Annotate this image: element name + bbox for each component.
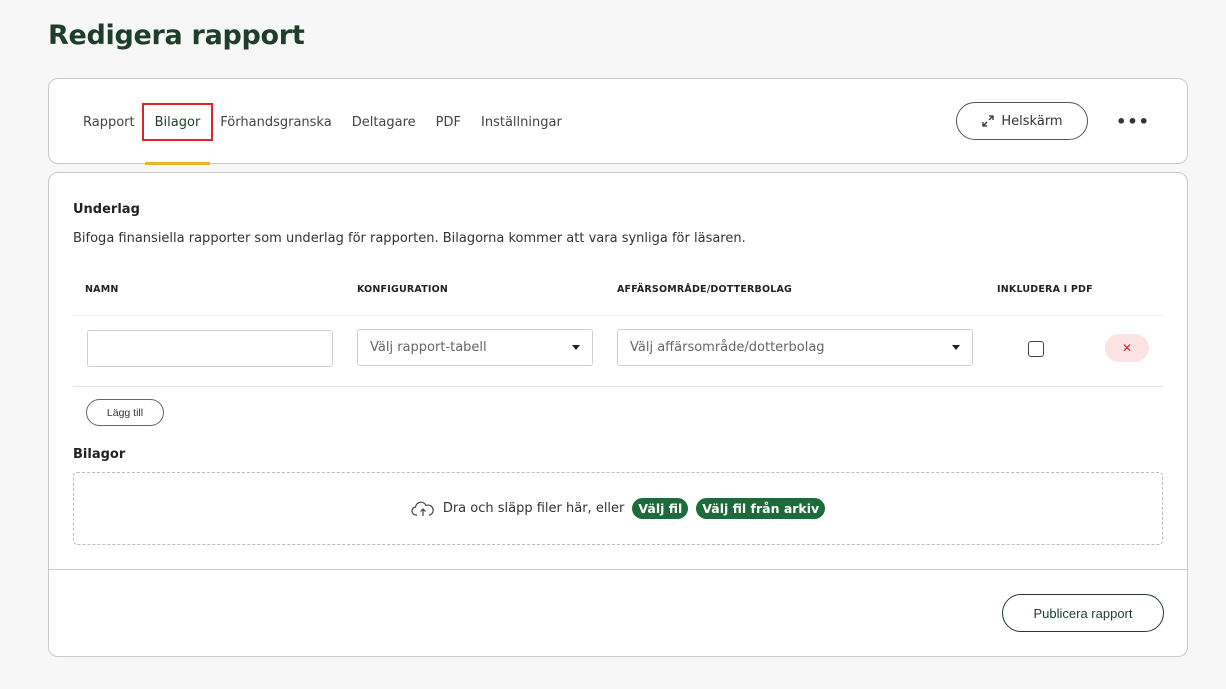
config-select-value: Välj rapport-tabell xyxy=(370,340,487,355)
caret-down-icon xyxy=(952,345,960,350)
tab-pdf[interactable]: PDF xyxy=(426,79,471,165)
footer-divider xyxy=(49,569,1187,570)
report-editor-card: Underlag Bifoga finansiella rapporter so… xyxy=(48,172,1188,657)
tab-installningar[interactable]: Inställningar xyxy=(471,79,572,165)
underlag-title: Underlag xyxy=(73,202,140,217)
table-row: Välj rapport-tabell Välj affärsområde/do… xyxy=(73,315,1163,387)
tab-label: Rapport xyxy=(83,114,135,130)
tab-label: PDF xyxy=(435,114,461,130)
publish-report-button[interactable]: Publicera rapport xyxy=(1002,594,1164,632)
tab-label: Bilagor xyxy=(154,114,201,130)
expand-icon xyxy=(982,115,995,127)
column-header-config: KONFIGURATION xyxy=(357,284,449,295)
tab-bilagor[interactable]: Bilagor xyxy=(141,79,214,165)
dropzone-text: Dra och släpp filer här, eller xyxy=(442,501,625,516)
add-row-button[interactable]: Lägg till xyxy=(86,399,164,426)
choose-file-button[interactable]: Välj fil xyxy=(632,498,689,519)
tab-forhandsgranska[interactable]: Förhandsgranska xyxy=(210,79,341,165)
close-icon: ✕ xyxy=(1121,341,1133,355)
cloud-upload-icon xyxy=(411,501,434,516)
area-select-value: Välj affärsområde/dotterbolag xyxy=(630,340,825,355)
underlag-description: Bifoga finansiella rapporter som underla… xyxy=(73,231,746,246)
caret-down-icon xyxy=(572,345,580,350)
more-options-icon[interactable]: ••• xyxy=(1116,109,1149,133)
tab-deltagare[interactable]: Deltagare xyxy=(342,79,426,165)
fullscreen-label: Helskärm xyxy=(1001,113,1063,129)
tab-list: Rapport Bilagor Förhandsgranska Deltagar… xyxy=(73,79,572,165)
bilagor-title: Bilagor xyxy=(73,447,126,462)
tab-label: Förhandsgranska xyxy=(220,114,332,130)
tab-bar: Rapport Bilagor Förhandsgranska Deltagar… xyxy=(48,78,1188,165)
choose-from-archive-button[interactable]: Välj fil från arkiv xyxy=(696,498,826,519)
name-input[interactable] xyxy=(87,330,333,367)
file-dropzone[interactable]: Dra och släpp filer här, eller Välj fil … xyxy=(73,472,1163,545)
column-header-name: NAMN xyxy=(85,284,119,295)
page-title: Redigera rapport xyxy=(48,20,305,51)
config-select[interactable]: Välj rapport-tabell xyxy=(357,329,593,366)
column-header-area: AFFÄRSOMRÅDE/DOTTERBOLAG xyxy=(617,284,793,295)
include-pdf-checkbox[interactable] xyxy=(1028,341,1044,357)
tab-label: Inställningar xyxy=(481,114,562,130)
column-header-include-pdf: INKLUDERA I PDF xyxy=(997,284,1093,295)
fullscreen-button[interactable]: Helskärm xyxy=(956,102,1088,140)
tab-rapport[interactable]: Rapport xyxy=(73,79,145,165)
remove-row-button[interactable]: ✕ xyxy=(1105,334,1149,362)
tab-label: Deltagare xyxy=(351,114,416,130)
area-select[interactable]: Välj affärsområde/dotterbolag xyxy=(617,329,973,366)
